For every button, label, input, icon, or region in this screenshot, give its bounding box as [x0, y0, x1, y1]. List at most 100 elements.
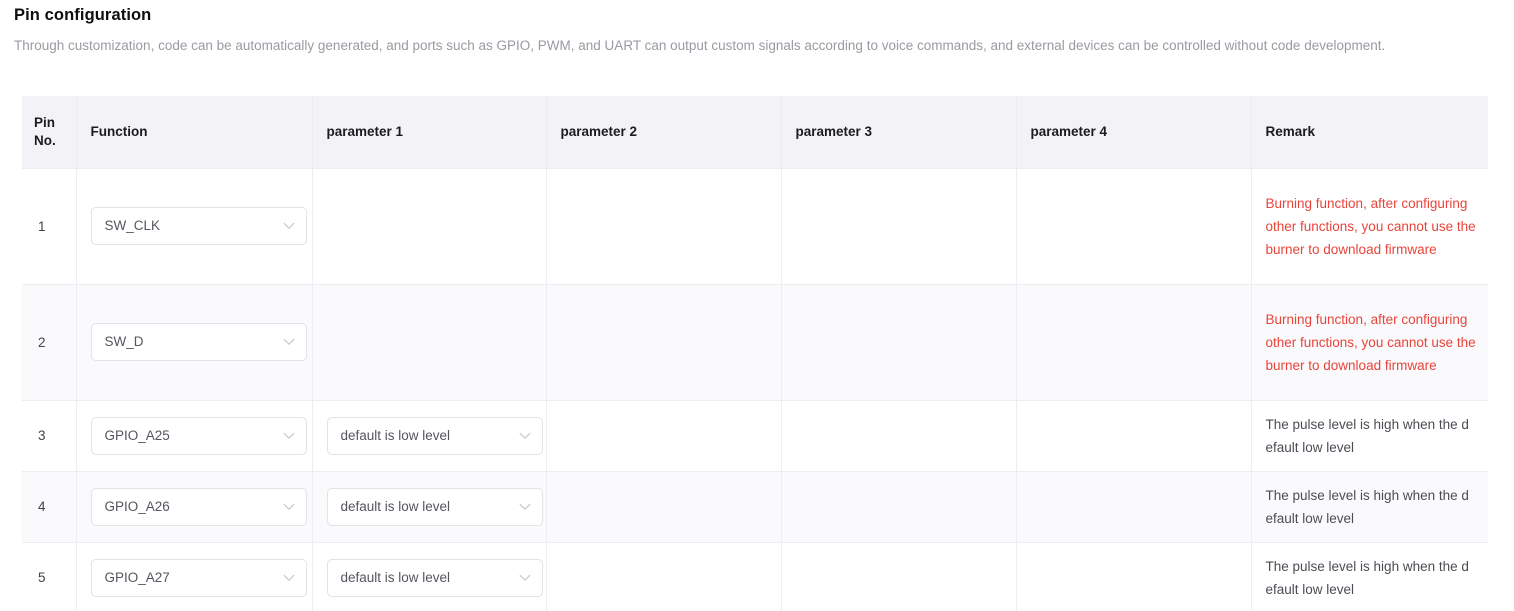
chevron-down-icon: [283, 431, 295, 441]
chevron-down-icon: [283, 502, 295, 512]
remark-cell: The pulse level is high when the default…: [1251, 400, 1488, 472]
chevron-down-icon: [519, 431, 531, 441]
pin-number: 1: [22, 168, 77, 285]
function-select[interactable]: GPIO_A26: [90, 487, 307, 526]
parameter-2-cell: [546, 168, 782, 285]
empty-value: [796, 506, 1004, 507]
parameter-3-cell: [781, 168, 1017, 285]
remark-cell: The pulse level is high when the default…: [1251, 542, 1488, 611]
pin-configuration-table-container: Pin No. Function parameter 1 parameter 2…: [22, 96, 1488, 611]
chevron-down-icon: [519, 573, 531, 583]
empty-value: [561, 577, 769, 578]
remark-cell: Burning function, after configuring othe…: [1251, 284, 1488, 401]
table-row: 3 GPIO_A25 default is low level The pulse l…: [22, 400, 1488, 472]
parameter-2-cell: [546, 284, 782, 401]
parameter-1-cell: default is low level: [312, 471, 547, 543]
empty-value: [796, 435, 1004, 436]
remark-text: The pulse level is high when the default…: [1265, 487, 1469, 526]
function-cell: GPIO_A27: [76, 542, 313, 611]
empty-value: [1031, 506, 1239, 507]
function-select[interactable]: GPIO_A27: [90, 558, 307, 597]
pin-configuration-table: Pin No. Function parameter 1 parameter 2…: [22, 96, 1488, 611]
function-select[interactable]: SW_D: [90, 323, 307, 361]
empty-value: [327, 342, 534, 343]
parameter-4-cell: [1016, 400, 1252, 472]
remark-text: Burning function, after configuring othe…: [1265, 311, 1476, 373]
column-header-parameter-2: parameter 2: [546, 96, 782, 169]
column-header-remark: Remark: [1251, 96, 1488, 169]
chevron-down-icon: [519, 502, 531, 512]
empty-value: [561, 226, 769, 227]
remark-text: The pulse level is high when the default…: [1265, 558, 1469, 597]
parameter-4-cell: [1016, 542, 1252, 611]
parameter-1-selected-value: default is low level: [340, 427, 451, 443]
parameter-2-cell: [546, 400, 782, 472]
empty-value: [561, 435, 769, 436]
parameter-3-cell: [781, 400, 1017, 472]
empty-value: [796, 226, 1004, 227]
function-selected-value: GPIO_A27: [104, 569, 170, 585]
column-header-parameter-1: parameter 1: [312, 96, 547, 169]
function-cell: SW_CLK: [76, 168, 313, 285]
column-header-parameter-4: parameter 4: [1016, 96, 1252, 169]
pin-number: 4: [22, 471, 77, 543]
column-header-function: Function: [76, 96, 313, 169]
function-select[interactable]: GPIO_A25: [90, 416, 307, 455]
function-cell: SW_D: [76, 284, 313, 401]
pin-configuration-page: Pin configuration Through customization,…: [0, 0, 1514, 611]
empty-value: [561, 342, 769, 343]
parameter-2-cell: [546, 471, 782, 543]
table-row: 2 SW_D Burning function, after configuring…: [22, 284, 1488, 401]
remark-text: The pulse level is high when the default…: [1265, 416, 1469, 455]
parameter-3-cell: [781, 471, 1017, 543]
function-selected-value: GPIO_A25: [104, 427, 170, 443]
empty-value: [561, 506, 769, 507]
pin-number: 3: [22, 400, 77, 472]
function-selected-value: SW_D: [104, 334, 144, 349]
parameter-1-selected-value: default is low level: [340, 569, 451, 585]
pin-number: 5: [22, 542, 77, 611]
page-title: Pin configuration: [14, 6, 152, 24]
table-row: 5 GPIO_A27 default is low level The pulse l…: [22, 542, 1488, 611]
empty-value: [1031, 226, 1239, 227]
parameter-3-cell: [781, 284, 1017, 401]
chevron-down-icon: [283, 221, 295, 231]
pin-number: 2: [22, 284, 77, 401]
parameter-1-select[interactable]: default is low level: [326, 416, 543, 455]
remark-cell: The pulse level is high when the default…: [1251, 471, 1488, 543]
empty-value: [1031, 342, 1239, 343]
chevron-down-icon: [283, 573, 295, 583]
function-selected-value: SW_CLK: [104, 218, 161, 233]
table-row: 4 GPIO_A26 default is low level The pulse l…: [22, 471, 1488, 543]
table-header-row: Pin No. Function parameter 1 parameter 2…: [22, 96, 1488, 169]
function-cell: GPIO_A26: [76, 471, 313, 543]
parameter-3-cell: [781, 542, 1017, 611]
empty-value: [796, 577, 1004, 578]
column-header-parameter-3: parameter 3: [781, 96, 1017, 169]
parameter-4-cell: [1016, 284, 1252, 401]
chevron-down-icon: [283, 337, 295, 347]
table-row: 1 SW_CLK Burning function, after configuri…: [22, 168, 1488, 285]
function-select[interactable]: SW_CLK: [90, 207, 307, 245]
parameter-2-cell: [546, 542, 782, 611]
parameter-1-select[interactable]: default is low level: [326, 487, 543, 526]
table-body: 1 SW_CLK Burning function, after configuri…: [22, 168, 1488, 611]
table-header: Pin No. Function parameter 1 parameter 2…: [22, 96, 1488, 169]
parameter-4-cell: [1016, 168, 1252, 285]
page-description: Through customization, code can be autom…: [14, 38, 1386, 53]
empty-value: [796, 342, 1004, 343]
empty-value: [1031, 577, 1239, 578]
column-header-pin-no: Pin No.: [22, 96, 77, 169]
parameter-4-cell: [1016, 471, 1252, 543]
function-cell: GPIO_A25: [76, 400, 313, 472]
parameter-1-selected-value: default is low level: [340, 498, 451, 514]
parameter-1-select[interactable]: default is low level: [326, 558, 543, 597]
parameter-1-cell: [312, 284, 547, 401]
empty-value: [1031, 435, 1239, 436]
empty-value: [327, 226, 534, 227]
remark-text: Burning function, after configuring othe…: [1265, 195, 1476, 257]
remark-cell: Burning function, after configuring othe…: [1251, 168, 1488, 285]
function-selected-value: GPIO_A26: [104, 498, 170, 514]
parameter-1-cell: [312, 168, 547, 285]
parameter-1-cell: default is low level: [312, 542, 547, 611]
